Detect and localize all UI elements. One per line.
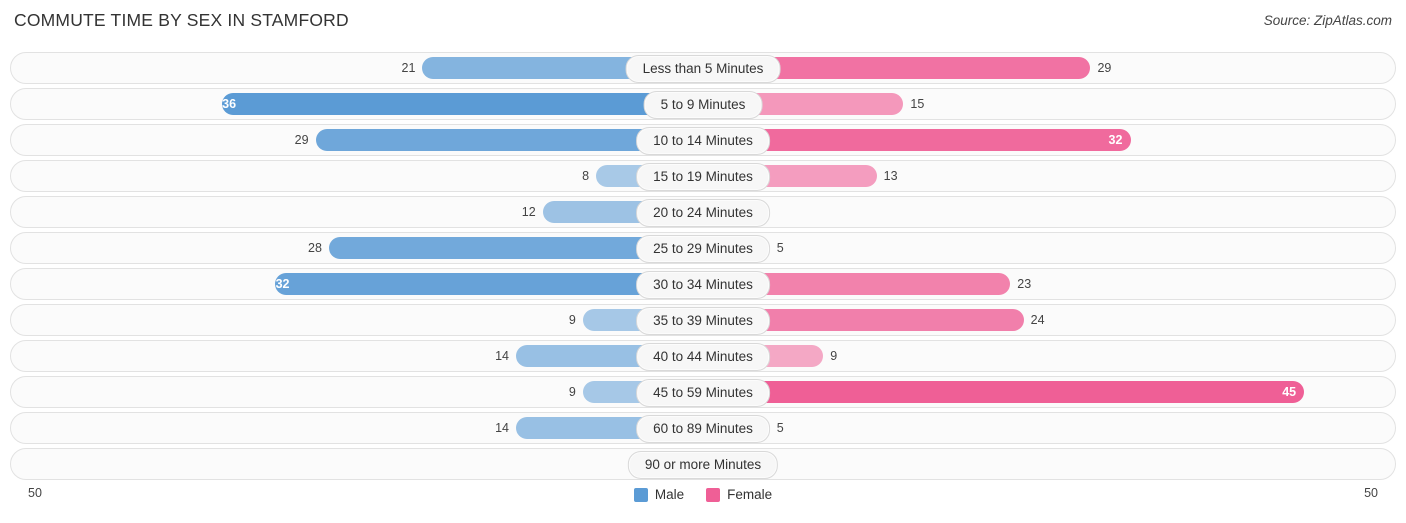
- chart-row-track: 32 23 30 to 34 Minutes: [35, 269, 1371, 299]
- category-label: 15 to 19 Minutes: [636, 163, 770, 191]
- category-label: 5 to 9 Minutes: [643, 91, 763, 119]
- chart-page: COMMUTE TIME BY SEX IN STAMFORD Source: …: [0, 0, 1406, 523]
- category-label: Less than 5 Minutes: [625, 55, 781, 83]
- chart-row-track: 14 5 60 to 89 Minutes: [35, 413, 1371, 443]
- bar-value-female: 29: [1097, 61, 1112, 75]
- chart-row-track: 8 13 15 to 19 Minutes: [35, 161, 1371, 191]
- chart-row-track: 29 32 10 to 14 Minutes: [35, 125, 1371, 155]
- chart-row: 14 5 60 to 89 Minutes: [10, 412, 1396, 444]
- chart-row: 9 45 45 to 59 Minutes: [10, 376, 1396, 408]
- chart-row-track: 9 24 35 to 39 Minutes: [35, 305, 1371, 335]
- bar-value-female: 15: [910, 97, 925, 111]
- chart-row-track: 9 45 45 to 59 Minutes: [35, 377, 1371, 407]
- chart-row: 36 15 5 to 9 Minutes: [10, 88, 1396, 120]
- bar-value-male: 14: [495, 421, 509, 435]
- bar-value-female: 32: [1108, 133, 1123, 147]
- bar-male[interactable]: [222, 93, 703, 115]
- bar-female[interactable]: [703, 381, 1305, 403]
- category-label: 10 to 14 Minutes: [636, 127, 770, 155]
- bar-value-male: 8: [582, 169, 590, 183]
- legend-item-female[interactable]: Female: [706, 487, 772, 502]
- chart-row-track: 12220 to 24 Minutes: [35, 197, 1371, 227]
- bar-value-female: 5: [776, 421, 784, 435]
- bar-value-female: 24: [1030, 313, 1045, 327]
- bar-value-male: 36: [222, 97, 237, 111]
- category-label: 40 to 44 Minutes: [636, 343, 770, 371]
- legend-swatch-female-icon: [706, 487, 721, 502]
- page-title: COMMUTE TIME BY SEX IN STAMFORD: [14, 10, 349, 30]
- chart-row: 28 5 25 to 29 Minutes: [10, 232, 1396, 264]
- chart-row: 4090 or more Minutes: [10, 448, 1396, 480]
- bar-value-male: 21: [401, 61, 416, 75]
- category-label: 90 or more Minutes: [627, 451, 779, 479]
- chart-row: 8 13 15 to 19 Minutes: [10, 160, 1396, 192]
- chart-row: 14 9 40 to 44 Minutes: [10, 340, 1396, 372]
- bar-value-female: 5: [776, 241, 784, 255]
- chart-row-track: 21 29 Less than 5 Minutes: [35, 53, 1371, 83]
- category-label: 35 to 39 Minutes: [636, 307, 770, 335]
- bar-value-male: 14: [495, 349, 509, 363]
- category-label: 20 to 24 Minutes: [636, 199, 770, 227]
- category-label: 45 to 59 Minutes: [636, 379, 770, 407]
- legend-swatch-male-icon: [633, 487, 648, 502]
- bar-value-female: 45: [1282, 385, 1297, 399]
- bar-value-male: 9: [568, 385, 576, 399]
- legend-item-male[interactable]: Male: [633, 487, 685, 502]
- chart-row: 32 23 30 to 34 Minutes: [10, 268, 1396, 300]
- legend-label-female: Female: [727, 487, 773, 502]
- category-label: 60 to 89 Minutes: [636, 415, 770, 443]
- bar-value-male: 29: [294, 133, 309, 147]
- bar-value-male: 28: [308, 241, 322, 255]
- chart-row: 9 24 35 to 39 Minutes: [10, 304, 1396, 336]
- chart-legend: Male Female: [0, 487, 1406, 502]
- bar-value-female: 23: [1017, 277, 1032, 291]
- bar-value-female: 13: [883, 169, 898, 183]
- chart-row-track: 36 15 5 to 9 Minutes: [35, 89, 1371, 119]
- bar-value-male: 9: [568, 313, 576, 327]
- category-label: 25 to 29 Minutes: [636, 235, 770, 263]
- chart-row-track: 28 5 25 to 29 Minutes: [35, 233, 1371, 263]
- bar-value-female: 9: [830, 349, 838, 363]
- chart-row: 29 32 10 to 14 Minutes: [10, 124, 1396, 156]
- source-attribution: Source: ZipAtlas.com: [1263, 13, 1392, 28]
- diverging-bar-chart: 21 29 Less than 5 Minutes 36 15 5 to 9 Minute…: [10, 52, 1396, 484]
- category-label: 30 to 34 Minutes: [636, 271, 770, 299]
- bar-value-male: 32: [275, 277, 290, 291]
- legend-label-male: Male: [654, 487, 685, 502]
- bar-value-male: 12: [521, 205, 536, 219]
- chart-row-track: 4090 or more Minutes: [35, 449, 1371, 479]
- chart-row: 21 29 Less than 5 Minutes: [10, 52, 1396, 84]
- chart-row: 12220 to 24 Minutes: [10, 196, 1396, 228]
- chart-row-track: 14 9 40 to 44 Minutes: [35, 341, 1371, 371]
